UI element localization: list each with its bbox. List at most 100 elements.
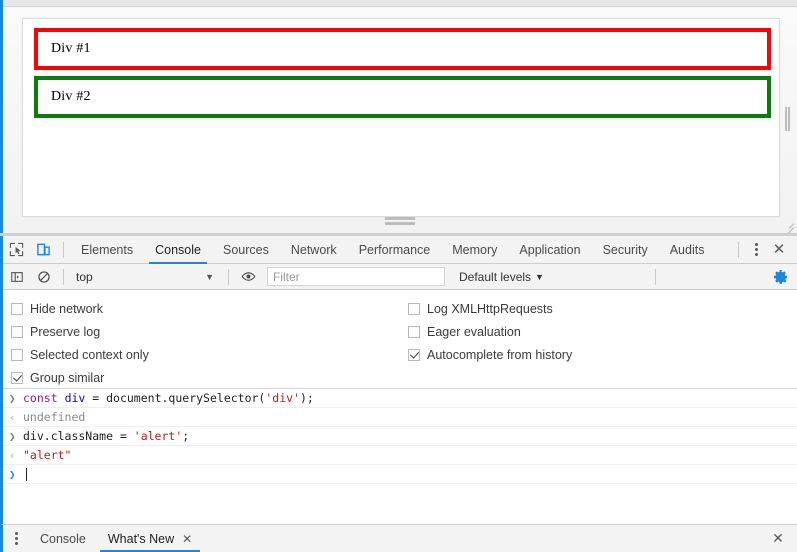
tab-network-label: Network	[291, 243, 337, 257]
setting-selected-context-only[interactable]: Selected context only	[11, 343, 149, 366]
log-xmlhttprequests-label: Log XMLHttpRequests	[427, 302, 553, 316]
preserve-log-checkbox[interactable]	[11, 326, 23, 338]
console-log-area[interactable]: ❯ const div = document.querySelector('di…	[3, 389, 797, 520]
setting-log-xmlhttprequests[interactable]: Log XMLHttpRequests	[408, 297, 572, 320]
inspect-element-icon[interactable]	[3, 237, 30, 263]
console-input-marker: ❯	[9, 430, 23, 443]
console-toolbar-divider-1	[63, 269, 64, 285]
filter-placeholder: Filter	[273, 270, 300, 284]
code-token: 'alert'	[134, 429, 182, 443]
execution-context-value: top	[76, 270, 93, 284]
tab-sources[interactable]: Sources	[212, 236, 280, 264]
tab-elements[interactable]: Elements	[70, 236, 144, 264]
more-options-icon[interactable]	[745, 238, 767, 262]
console-output-value: undefined	[23, 410, 85, 424]
devtools-panel: Elements Console Sources Network Perform…	[0, 236, 797, 524]
console-prompt-row[interactable]: ❯	[3, 465, 797, 484]
code-token: = document.querySelector(	[85, 391, 265, 405]
execution-context-select[interactable]: top ▼	[70, 267, 222, 287]
devtools-window: Div #1 Div #2	[0, 0, 797, 552]
device-toolbar-icon[interactable]	[30, 237, 57, 263]
hide-network-label: Hide network	[30, 302, 103, 316]
viewport-vertical-resize-handle[interactable]	[785, 107, 790, 131]
console-prompt-marker: ❯	[9, 468, 23, 481]
console-output-marker: ‹	[9, 411, 23, 424]
tab-application-label: Application	[519, 243, 580, 257]
group-similar-checkbox[interactable]	[11, 372, 23, 384]
devtools-tabbar-actions: ✕	[732, 238, 797, 262]
devtools-tabbar: Elements Console Sources Network Perform…	[3, 236, 797, 264]
log-level-label: Default levels	[459, 270, 531, 284]
console-settings-panel: Hide network Preserve log Selected conte…	[3, 290, 797, 389]
selected-context-only-label: Selected context only	[30, 348, 149, 362]
drawer-tab-whats-new[interactable]: What's New ✕	[97, 525, 203, 552]
tab-elements-label: Elements	[81, 243, 133, 257]
tab-memory[interactable]: Memory	[441, 236, 508, 264]
code-token: div	[65, 391, 86, 405]
tab-memory-label: Memory	[452, 243, 497, 257]
filter-input[interactable]: Filter	[267, 267, 445, 286]
setting-hide-network[interactable]: Hide network	[11, 297, 149, 320]
viewport-top-strip	[3, 0, 797, 7]
log-xmlhttprequests-checkbox[interactable]	[408, 303, 420, 315]
group-similar-label: Group similar	[30, 371, 104, 385]
clear-console-icon[interactable]	[30, 264, 57, 290]
code-token: const	[23, 391, 58, 405]
console-sidebar-icon[interactable]	[3, 264, 30, 290]
hide-network-checkbox[interactable]	[11, 303, 23, 315]
chevron-down-icon: ▼	[205, 272, 214, 282]
code-token: );	[300, 391, 314, 405]
eager-evaluation-label: Eager evaluation	[427, 325, 521, 339]
console-input-row: ❯ const div = document.querySelector('di…	[3, 389, 797, 408]
code-token: 'div'	[265, 391, 300, 405]
eager-evaluation-checkbox[interactable]	[408, 326, 420, 338]
drawer-tab-close-icon[interactable]: ✕	[182, 532, 192, 546]
selected-context-only-checkbox[interactable]	[11, 349, 23, 361]
rendered-page: Div #1 Div #2	[22, 18, 780, 217]
log-level-select[interactable]: Default levels ▼	[459, 270, 544, 284]
setting-group-similar[interactable]: Group similar	[11, 366, 149, 389]
tab-application[interactable]: Application	[508, 236, 591, 264]
console-output-marker: ‹	[9, 449, 23, 462]
page-viewport: Div #1 Div #2	[0, 0, 797, 233]
console-input-code: const div = document.querySelector('div'…	[23, 391, 314, 405]
tab-network[interactable]: Network	[280, 236, 348, 264]
console-toolbar-divider-2	[228, 269, 229, 285]
tab-performance-label: Performance	[359, 243, 431, 257]
console-output-row: ‹ undefined	[3, 408, 797, 427]
autocomplete-from-history-checkbox[interactable]	[408, 349, 420, 361]
drawer-tab-console-label: Console	[40, 532, 86, 546]
close-drawer-icon[interactable]: ✕	[768, 529, 788, 549]
demo-div-1: Div #1	[34, 28, 771, 70]
tab-security-label: Security	[603, 243, 648, 257]
tab-audits[interactable]: Audits	[659, 236, 716, 264]
tab-security[interactable]: Security	[592, 236, 659, 264]
console-output-row: ‹ "alert"	[3, 446, 797, 465]
drawer-tab-console[interactable]: Console	[29, 525, 97, 552]
tab-performance[interactable]: Performance	[348, 236, 442, 264]
console-output-value: "alert"	[23, 448, 71, 462]
drawer-more-options-icon[interactable]	[3, 526, 29, 552]
tab-audits-label: Audits	[670, 243, 705, 257]
gear-icon[interactable]	[772, 268, 790, 286]
code-token: div.className =	[23, 429, 134, 443]
tabbar-divider-right	[738, 242, 739, 258]
setting-autocomplete-from-history[interactable]: Autocomplete from history	[408, 343, 572, 366]
code-token	[58, 391, 65, 405]
console-settings-left-column: Hide network Preserve log Selected conte…	[11, 297, 149, 389]
text-cursor	[26, 468, 27, 481]
setting-eager-evaluation[interactable]: Eager evaluation	[408, 320, 572, 343]
demo-div-1-label: Div #1	[38, 41, 91, 57]
viewport-corner-resize-handle[interactable]	[781, 218, 794, 231]
viewport-horizontal-resize-handle[interactable]	[385, 217, 415, 225]
live-expression-eye-icon[interactable]	[235, 264, 262, 290]
setting-preserve-log[interactable]: Preserve log	[11, 320, 149, 343]
tab-console[interactable]: Console	[144, 236, 212, 264]
demo-div-2: Div #2	[34, 76, 771, 118]
console-settings-right-column: Log XMLHttpRequests Eager evaluation Aut…	[408, 297, 572, 366]
console-input-marker: ❯	[9, 392, 23, 405]
console-input-code: div.className = 'alert';	[23, 429, 189, 443]
autocomplete-from-history-label: Autocomplete from history	[427, 348, 572, 362]
close-devtools-icon[interactable]: ✕	[767, 238, 791, 262]
demo-div-2-label: Div #2	[38, 89, 91, 105]
